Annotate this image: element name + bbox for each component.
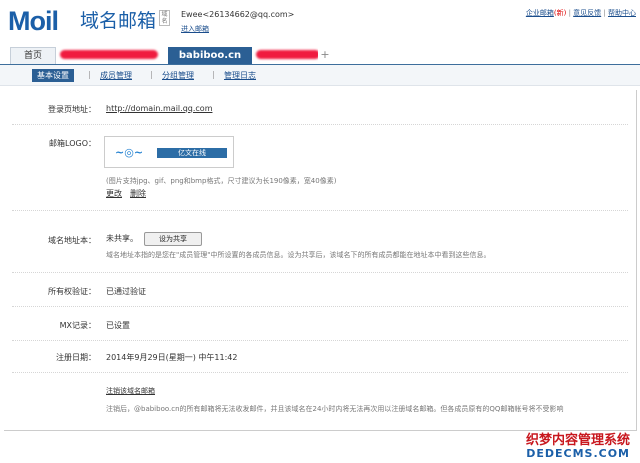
share-addrbook-button[interactable]: 设为共享 [144,232,202,246]
subnav-groups[interactable]: 分组管理 [162,69,194,82]
tab-bar: 首页 babiboo.cn + [0,44,640,65]
user-info: Ewee<26134662@qq.com> [181,10,294,19]
ownership-value: 已通过验证 [106,287,146,296]
tab-home[interactable]: 首页 [10,47,56,64]
addrbook-label: 域名地址本： [48,236,96,245]
subnav-sep: | [88,70,91,79]
addrbook-status: 未共享。 [106,234,138,243]
logo-mark-icon: ~◎~ [115,146,144,159]
subnav-groups-link[interactable]: 分组管理 [162,71,194,80]
login-url-label: 登录页地址： [48,105,96,114]
subnav-members[interactable]: 成员管理 [100,69,132,82]
logo-delete-link[interactable]: 删除 [130,188,146,199]
brand-title: 域名邮箱 [80,10,157,32]
subnav-basic[interactable]: 基本设置 [32,69,74,82]
enter-mail-link[interactable]: 进入邮箱 [181,24,209,34]
top-sep: | [603,9,606,17]
reg-date-value: 2014年9月29日(星期一) 中午11:42 [106,353,238,362]
add-tab-button[interactable]: + [318,47,332,63]
ownership-label: 所有权验证： [48,287,96,296]
addrbook-desc: 域名地址本指的是您在"成员管理"中所设置的各成员信息。设为共享后，该域名下的所有… [106,251,491,259]
feedback-link[interactable]: 意见反馈 [573,9,601,17]
divider [12,372,628,373]
help-link[interactable]: 帮助中心 [608,9,636,17]
header: Moil 域名邮箱 域名 Ewee<26134662@qq.com> 进入邮箱 … [0,0,640,44]
watermark-line1: 织梦内容管理系统 [525,433,630,448]
brand-logo[interactable]: Moil [8,6,59,36]
user-email: <26134662@qq.com> [202,10,295,19]
cancel-domain-link[interactable]: 注销该域名邮箱 [106,386,155,396]
brand-subtitle: 域名 [159,10,170,26]
logo-label: 邮箱LOGO： [49,139,96,148]
divider [12,124,628,125]
watermark-line2: DEDECMS.COM [526,447,630,460]
logo-change-link[interactable]: 更改 [106,188,122,199]
login-url-link[interactable]: http://domain.mail.qq.com [106,104,212,113]
divider [12,340,628,341]
divider [12,306,628,307]
user-name: Ewee [181,10,203,19]
divider [12,272,628,273]
subnav-sep: | [150,70,153,79]
subnav-members-link[interactable]: 成员管理 [100,71,132,80]
logo-hint: (图片支持jpg、gif、png和bmp格式，尺寸建议为长190像素，宽40像素… [106,177,337,185]
sub-nav: 基本设置 | 成员管理 | 分组管理 | 管理日志 [0,65,640,86]
mx-label: MX记录： [59,321,96,330]
tab-babiboo[interactable]: babiboo.cn [168,47,252,64]
mx-value: 已设置 [106,321,130,330]
subnav-log-link[interactable]: 管理日志 [224,71,256,80]
watermark: 织梦内容管理系统 DEDECMS.COM [526,433,630,460]
top-sep: | [568,9,571,17]
top-links: 企业邮箱(新) | 意见反馈 | 帮助中心 [526,8,636,18]
cancel-desc: 注销后，@babiboo.cn的所有邮箱将无法收发邮件，并且该域名在24小时内将… [106,405,564,413]
redacted-tab [60,50,158,59]
redacted-tab [256,50,320,59]
settings-panel: 登录页地址： http://domain.mail.qq.com 邮箱LOGO：… [4,90,637,431]
subnav-log[interactable]: 管理日志 [224,69,256,82]
subnav-sep: | [212,70,215,79]
logo-image-text: 亿文在线 [157,148,227,158]
reg-date-label: 注册日期： [56,353,96,362]
divider [12,210,628,211]
enterprise-mail-link[interactable]: 企业邮箱 [526,9,554,17]
new-badge: (新) [553,9,567,17]
logo-preview: ~◎~ 亿文在线 [104,136,234,168]
